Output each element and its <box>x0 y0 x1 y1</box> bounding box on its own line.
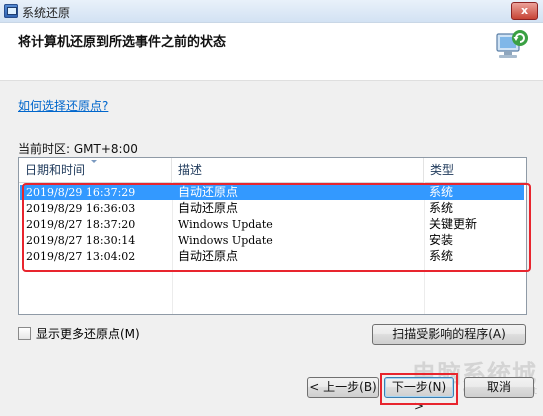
show-more-checkbox-row[interactable]: 显示更多还原点(M) <box>18 325 140 342</box>
row-type: 系统 <box>429 249 454 263</box>
system-restore-icon <box>4 4 18 18</box>
column-header-label: 日期和时间 <box>25 163 86 177</box>
sort-arrow-icon <box>91 160 97 163</box>
row-description: Windows Update <box>178 234 273 247</box>
column-header-datetime[interactable]: 日期和时间 <box>19 158 172 182</box>
show-more-label: 显示更多还原点(M) <box>36 327 140 341</box>
help-link[interactable]: 如何选择还原点? <box>18 97 108 114</box>
column-header-description[interactable]: 描述 <box>172 158 424 182</box>
row-datetime: 2019/8/27 13:04:02 <box>26 250 136 263</box>
header-panel: 将计算机还原到所选事件之前的状态 <box>0 23 543 81</box>
row-description: 自动还原点 <box>178 249 239 263</box>
list-header: 日期和时间 描述 类型 <box>19 158 526 183</box>
scan-affected-programs-button[interactable]: 扫描受影响的程序(A) <box>372 324 526 345</box>
restore-points-list[interactable]: 日期和时间 描述 类型 2019/8/29 16:37:29 自动还原点 系统 … <box>18 157 527 315</box>
row-description: 自动还原点 <box>178 201 239 215</box>
table-row[interactable]: 2019/8/27 13:04:02 自动还原点 系统 <box>20 249 524 264</box>
row-type: 安装 <box>429 233 454 247</box>
row-description: 自动还原点 <box>178 185 239 199</box>
cancel-button[interactable]: 取消 <box>464 377 534 398</box>
page-title: 将计算机还原到所选事件之前的状态 <box>18 35 227 50</box>
table-row[interactable]: 2019/8/29 16:37:29 自动还原点 系统 <box>20 185 524 200</box>
title-bar: 系统还原 x <box>0 0 543 23</box>
column-header-type[interactable]: 类型 <box>424 158 526 182</box>
window-title: 系统还原 <box>22 6 71 20</box>
row-description: Windows Update <box>178 218 273 231</box>
table-row[interactable]: 2019/8/27 18:30:14 Windows Update 安装 <box>20 233 524 248</box>
restore-computer-icon <box>496 30 528 58</box>
next-button[interactable]: 下一步(N) > <box>384 377 454 413</box>
row-datetime: 2019/8/29 16:37:29 <box>26 186 136 199</box>
timezone-label: 当前时区: GMT+8:00 <box>18 142 138 156</box>
show-more-checkbox[interactable] <box>18 327 31 340</box>
row-type: 系统 <box>429 201 454 215</box>
table-row[interactable]: 2019/8/29 16:36:03 自动还原点 系统 <box>20 201 524 216</box>
row-datetime: 2019/8/27 18:30:14 <box>26 234 136 247</box>
row-datetime: 2019/8/27 18:37:20 <box>26 218 136 231</box>
table-row[interactable]: 2019/8/27 18:37:20 Windows Update 关键更新 <box>20 217 524 232</box>
row-type: 关键更新 <box>429 217 478 231</box>
back-button[interactable]: < 上一步(B) <box>307 377 379 398</box>
row-type: 系统 <box>429 185 454 199</box>
close-button[interactable]: x <box>511 2 538 20</box>
row-datetime: 2019/8/29 16:36:03 <box>26 202 136 215</box>
